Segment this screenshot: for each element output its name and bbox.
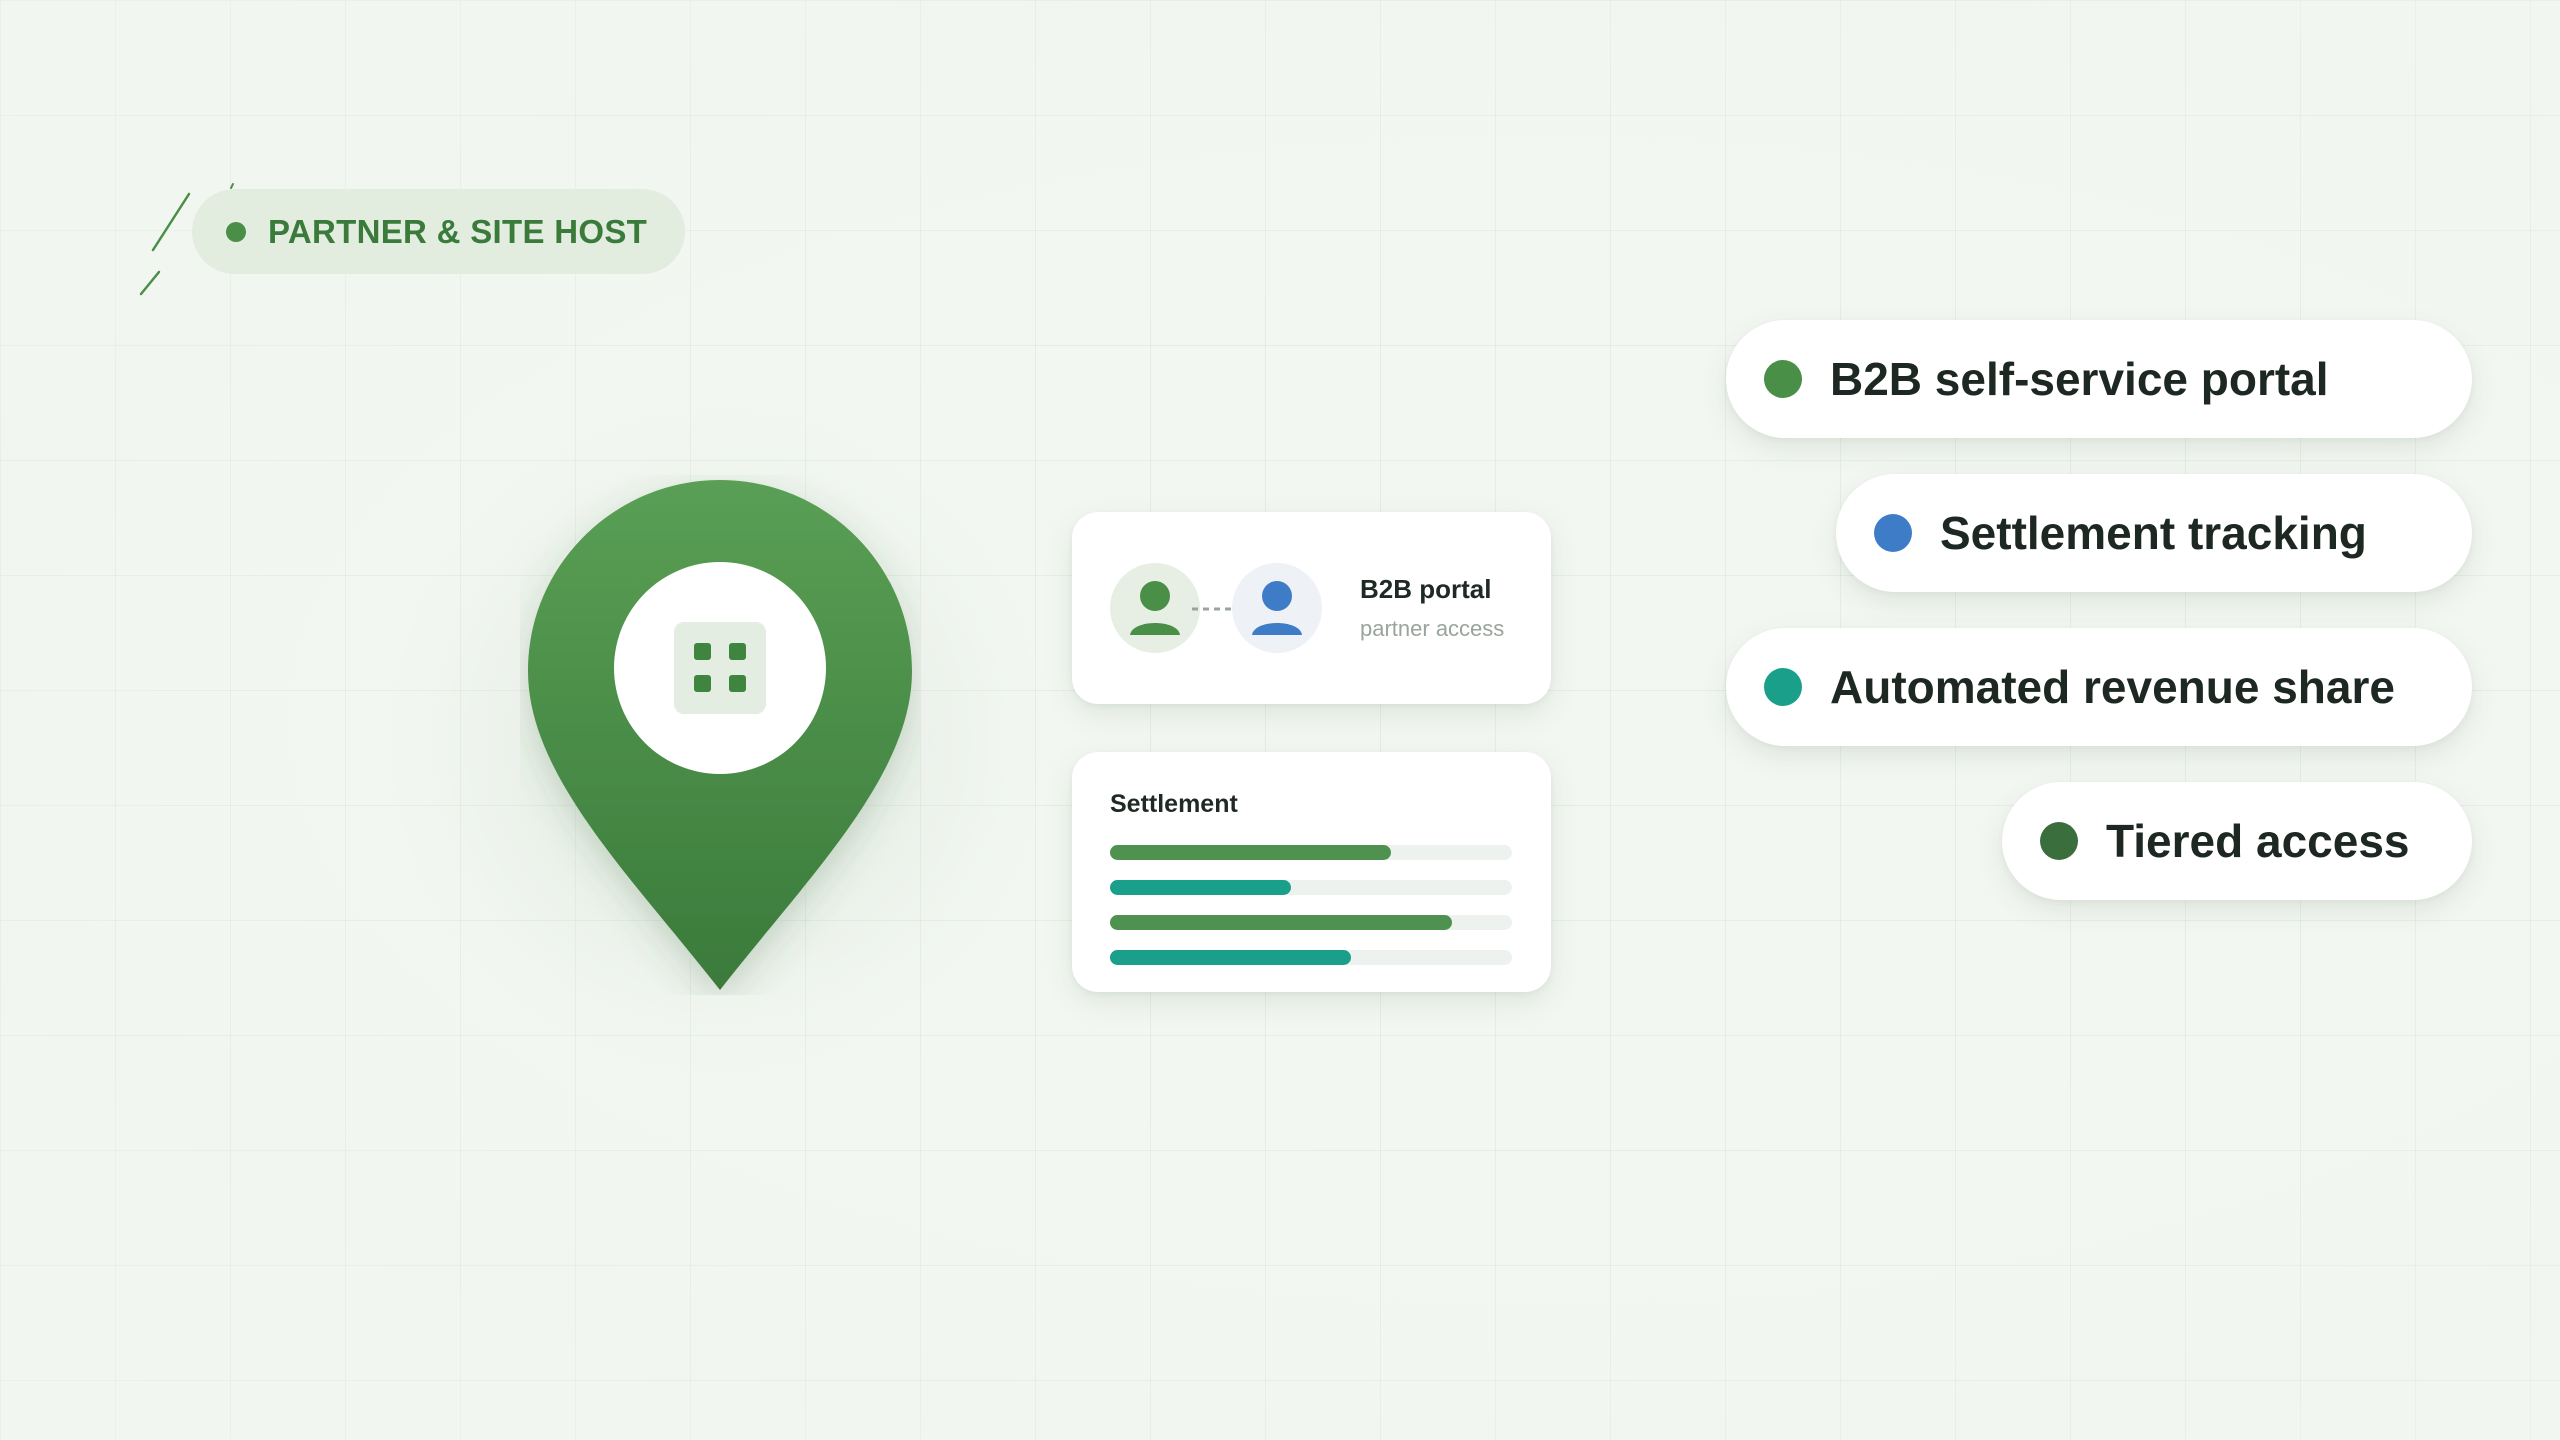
settlement-bar — [1110, 915, 1452, 930]
badge-label: PARTNER & SITE HOST — [268, 212, 648, 250]
b2b-portal-card[interactable]: B2B portal partner access — [1072, 512, 1551, 704]
settlement-bar-track — [1110, 880, 1512, 895]
badge-dot — [226, 221, 246, 242]
settlement-bar-track — [1110, 915, 1512, 930]
user-green-icon — [1110, 563, 1200, 653]
location-pin-icon — [528, 480, 912, 990]
settlement-card[interactable]: Settlement — [1072, 752, 1551, 992]
settlement-bar-track — [1110, 845, 1512, 860]
feature-dot — [2040, 822, 2078, 860]
feature-pill-settlement-tracking[interactable]: Settlement tracking — [1836, 474, 2472, 592]
portal-title: B2B portal — [1360, 574, 1492, 604]
settlement-bar-track — [1110, 950, 1512, 965]
feature-label: Automated revenue share — [1830, 661, 2395, 713]
settlement-bar — [1110, 880, 1291, 895]
feature-dot — [1764, 668, 1802, 706]
feature-pill-b2b-portal[interactable]: B2B self-service portal — [1726, 320, 2472, 438]
feature-pill-tiered-access[interactable]: Tiered access — [2002, 782, 2472, 900]
grid-icon — [674, 622, 766, 714]
role-badge: PARTNER & SITE HOST — [192, 189, 686, 274]
feature-label: Tiered access — [2106, 815, 2410, 867]
portal-subtitle: partner access — [1360, 616, 1505, 641]
feature-dot — [1764, 360, 1802, 398]
feature-label: B2B self-service portal — [1830, 353, 2329, 405]
settlement-title: Settlement — [1110, 790, 1238, 818]
user-blue-icon — [1232, 563, 1322, 653]
feature-pill-revenue-share[interactable]: Automated revenue share — [1726, 628, 2472, 746]
settlement-bar — [1110, 950, 1352, 965]
feature-label: Settlement tracking — [1940, 507, 2367, 559]
feature-dot — [1874, 514, 1912, 552]
settlement-bar — [1110, 845, 1392, 860]
